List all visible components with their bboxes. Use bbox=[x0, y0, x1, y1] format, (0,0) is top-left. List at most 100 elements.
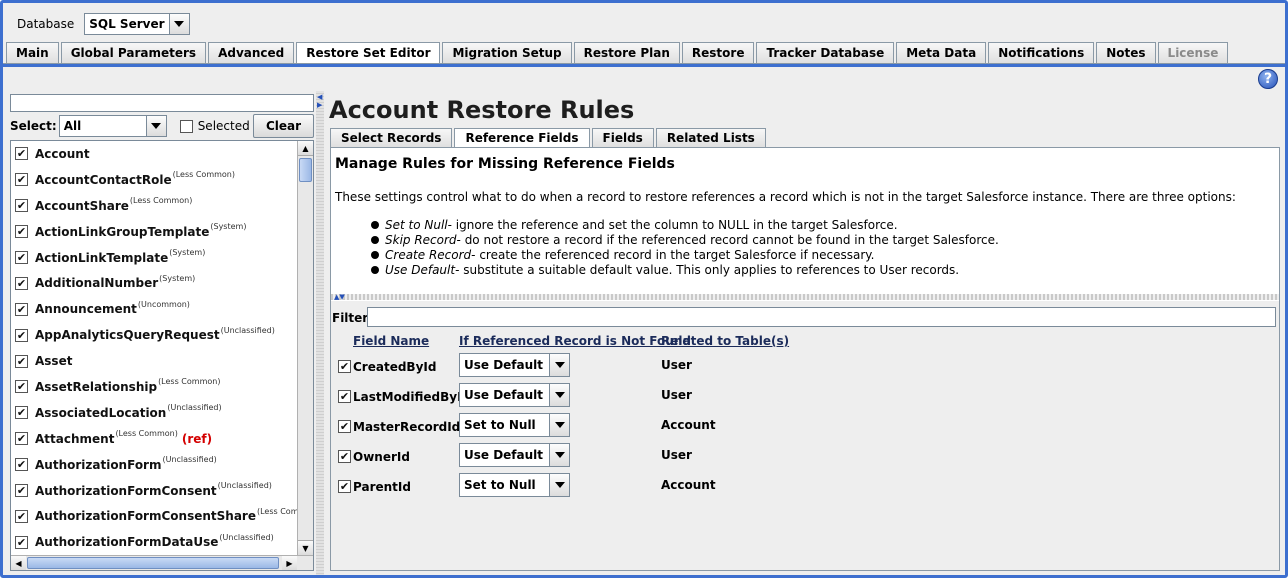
scroll-left-icon[interactable]: ◀ bbox=[11, 556, 26, 570]
action-dropdown[interactable]: Set to Null bbox=[459, 473, 570, 497]
tab-tracker-database[interactable]: Tracker Database bbox=[756, 42, 895, 64]
subtab-fields[interactable]: Fields bbox=[591, 128, 654, 148]
database-select[interactable]: SQL Server bbox=[84, 13, 190, 35]
list-horizontal-scrollbar[interactable]: ◀ ▶ bbox=[11, 555, 313, 570]
chevron-down-icon[interactable] bbox=[168, 14, 189, 34]
row-checkbox[interactable]: ✔ bbox=[338, 360, 351, 373]
subtab-reference-fields[interactable]: Reference Fields bbox=[454, 128, 590, 148]
tab-migration-setup[interactable]: Migration Setup bbox=[442, 42, 572, 64]
subtab-related-lists[interactable]: Related Lists bbox=[655, 128, 766, 148]
chevron-down-icon[interactable] bbox=[145, 116, 166, 136]
action-dropdown[interactable]: Use Default bbox=[459, 383, 570, 407]
tab-notes[interactable]: Notes bbox=[1096, 42, 1156, 64]
chevron-down-icon[interactable] bbox=[549, 474, 569, 496]
checkbox-checked[interactable]: ✔ bbox=[15, 432, 28, 446]
tab-restore[interactable]: Restore bbox=[681, 42, 755, 64]
checkbox-checked[interactable]: ✔ bbox=[15, 484, 28, 498]
action-dropdown[interactable]: Set to Null bbox=[459, 413, 570, 437]
list-item-name: Announcement bbox=[35, 302, 137, 317]
checkbox-checked[interactable]: ✔ bbox=[15, 147, 28, 161]
list-vertical-scrollbar[interactable]: ▲ ▼ bbox=[297, 141, 313, 555]
list-item-category: (Unclassified) bbox=[219, 532, 274, 542]
checkbox-checked[interactable]: ✔ bbox=[15, 535, 28, 549]
filter-input[interactable] bbox=[367, 307, 1276, 327]
checkbox-checked[interactable]: ✔ bbox=[15, 225, 28, 239]
checkbox-checked[interactable]: ✔ bbox=[15, 328, 28, 342]
divider-arrows-icon[interactable]: ▲▼ bbox=[334, 293, 345, 301]
checkbox-checked[interactable]: ✔ bbox=[15, 354, 28, 368]
tab-restore-plan[interactable]: Restore Plan bbox=[573, 42, 680, 64]
list-item[interactable]: ✔ AccountContactRole (Less Common) bbox=[11, 167, 297, 193]
scroll-right-icon[interactable]: ▶ bbox=[282, 556, 297, 570]
list-item[interactable]: ✔ Attachment (Less Common) (ref) bbox=[11, 426, 297, 452]
checkbox-box[interactable] bbox=[179, 119, 193, 133]
chevron-down-icon[interactable] bbox=[549, 444, 569, 466]
list-item[interactable]: ✔ AdditionalNumber (System) bbox=[11, 270, 297, 296]
field-name: ParentId bbox=[353, 480, 411, 494]
tab-license[interactable]: License bbox=[1157, 42, 1229, 64]
checkbox-checked[interactable]: ✔ bbox=[15, 276, 28, 290]
row-checkbox[interactable]: ✔ bbox=[338, 450, 351, 463]
row-checkbox[interactable]: ✔ bbox=[338, 420, 351, 433]
checkbox-checked[interactable]: ✔ bbox=[15, 302, 28, 316]
list-item[interactable]: ✔ AuthorizationFormConsentShare (Less Comm… bbox=[11, 503, 313, 529]
subtab-select-records[interactable]: Select Records bbox=[330, 128, 453, 148]
column-header-action[interactable]: If Referenced Record is Not Found bbox=[459, 334, 691, 348]
select-filter-dropdown[interactable]: All bbox=[58, 115, 167, 137]
checkbox-checked[interactable]: ✔ bbox=[15, 380, 28, 394]
tab-advanced[interactable]: Advanced bbox=[208, 42, 295, 64]
list-item-name: AssociatedLocation bbox=[35, 405, 167, 420]
scroll-thumb-horizontal[interactable] bbox=[27, 557, 279, 569]
app-window: Database SQL Server Main Global Parameter… bbox=[0, 0, 1288, 578]
row-checkbox[interactable]: ✔ bbox=[338, 390, 351, 403]
chevron-down-icon[interactable] bbox=[549, 414, 569, 436]
list-item[interactable]: ✔ Asset bbox=[11, 348, 297, 374]
list-item-category: (Less Common) bbox=[129, 196, 193, 206]
chevron-down-icon[interactable] bbox=[549, 384, 569, 406]
column-header-related[interactable]: Related to Table(s) bbox=[661, 334, 789, 348]
scroll-down-icon[interactable]: ▼ bbox=[298, 540, 313, 555]
list-item[interactable]: ✔ AccountShare (Less Common) bbox=[11, 193, 297, 219]
list-item[interactable]: ✔ AuthorizationFormDataUse (Unclassified) bbox=[11, 529, 297, 555]
option-description: - ignore the reference and set the colum… bbox=[447, 217, 898, 232]
scroll-thumb[interactable] bbox=[299, 158, 312, 182]
list-item-name: ActionLinkGroupTemplate bbox=[35, 224, 210, 239]
tab-global-parameters[interactable]: Global Parameters bbox=[60, 42, 207, 64]
checkbox-checked[interactable]: ✔ bbox=[15, 406, 28, 420]
tab-restore-set-editor[interactable]: Restore Set Editor bbox=[296, 42, 441, 65]
bullet-icon bbox=[371, 250, 379, 259]
action-dropdown[interactable]: Use Default bbox=[459, 443, 570, 467]
checkbox-checked[interactable]: ✔ bbox=[15, 199, 28, 213]
selected-only-checkbox[interactable]: Selected bbox=[179, 119, 250, 133]
list-item[interactable]: ✔ Announcement (Uncommon) bbox=[11, 296, 297, 322]
table-row: ✔ ParentId Set to Null Account bbox=[331, 472, 1279, 500]
column-header-field-name[interactable]: Field Name bbox=[353, 334, 429, 348]
checkbox-checked[interactable]: ✔ bbox=[15, 509, 28, 523]
checkbox-checked[interactable]: ✔ bbox=[15, 173, 28, 187]
help-icon[interactable]: ? bbox=[1258, 69, 1278, 89]
tab-meta-data[interactable]: Meta Data bbox=[896, 42, 987, 64]
chevron-down-icon[interactable] bbox=[549, 354, 569, 376]
list-item[interactable]: ✔ AuthorizationFormConsent (Unclassified) bbox=[11, 478, 297, 504]
table-search-input[interactable] bbox=[10, 94, 314, 112]
splitter-arrows-icon[interactable]: ◀ ▶ bbox=[317, 93, 322, 109]
action-dropdown[interactable]: Use Default bbox=[459, 353, 570, 377]
list-item[interactable]: ✔ ActionLinkTemplate (System) bbox=[11, 245, 297, 271]
list-item[interactable]: ✔ AuthorizationForm (Unclassified) bbox=[11, 452, 297, 478]
tab-notifications[interactable]: Notifications bbox=[988, 42, 1095, 64]
database-label: Database bbox=[17, 17, 75, 31]
list-item[interactable]: ✔ AppAnalyticsQueryRequest (Unclassified) bbox=[11, 322, 297, 348]
tab-main[interactable]: Main bbox=[6, 42, 59, 64]
list-item[interactable]: ✔ AssociatedLocation (Unclassified) bbox=[11, 400, 297, 426]
scroll-up-icon[interactable]: ▲ bbox=[298, 141, 313, 156]
panel-splitter[interactable] bbox=[316, 91, 324, 575]
checkbox-checked[interactable]: ✔ bbox=[15, 458, 28, 472]
checkbox-checked[interactable]: ✔ bbox=[15, 251, 28, 264]
list-item[interactable]: ✔ AssetRelationship (Less Common) bbox=[11, 374, 297, 400]
list-item[interactable]: ✔ Account bbox=[11, 141, 297, 167]
pane-divider[interactable] bbox=[331, 294, 1279, 300]
row-checkbox[interactable]: ✔ bbox=[338, 480, 351, 493]
info-panel: Manage Rules for Missing Reference Field… bbox=[331, 148, 1279, 296]
list-item[interactable]: ✔ ActionLinkGroupTemplate (System) bbox=[11, 219, 297, 245]
clear-button[interactable]: Clear bbox=[253, 114, 314, 138]
